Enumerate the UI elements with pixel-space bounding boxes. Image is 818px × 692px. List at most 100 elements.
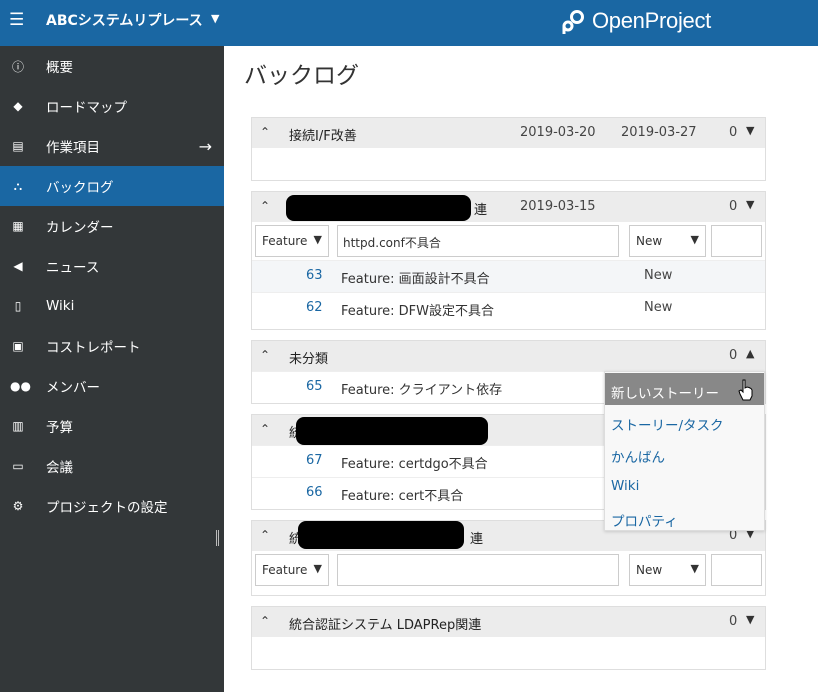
sidebar-item-meetings[interactable]: ▭ 会議 bbox=[0, 446, 224, 486]
budget-icon: ▥ bbox=[12, 419, 24, 433]
backlogs-icon: ⛬ bbox=[13, 178, 23, 193]
sidebar-item-roadmap[interactable]: ◆ ロードマップ bbox=[0, 86, 224, 126]
collapse-icon[interactable]: ⌃ bbox=[260, 422, 270, 436]
subject-input[interactable]: httpd.conf不具合 bbox=[337, 225, 619, 257]
sprint-end-date[interactable]: 2019-03-27 bbox=[621, 125, 697, 140]
sidebar-item-members[interactable]: ●● メンバー bbox=[0, 366, 224, 406]
openproject-logo[interactable]: OpenProject bbox=[560, 5, 711, 37]
sidebar-item-label: 予算 bbox=[46, 420, 73, 436]
sidebar-item-news[interactable]: ◀ ニュース bbox=[0, 246, 224, 286]
story-id[interactable]: 66 bbox=[306, 485, 323, 500]
sprint-name[interactable]: 接続I/F改善 bbox=[289, 125, 357, 144]
story-id[interactable]: 65 bbox=[306, 379, 323, 394]
hand-cursor-icon bbox=[738, 379, 753, 401]
arrow-right-icon[interactable]: → bbox=[199, 137, 212, 156]
chevron-down-icon: ▼ bbox=[690, 233, 699, 246]
collapse-icon[interactable]: ⌃ bbox=[260, 199, 270, 213]
sidebar-item-wiki[interactable]: ▯ Wiki bbox=[0, 286, 224, 326]
menu-item-wiki[interactable]: Wiki bbox=[605, 469, 764, 501]
collapse-icon[interactable]: ⌃ bbox=[260, 348, 270, 362]
story-row[interactable]: 62 Feature: DFW設定不具合 New bbox=[252, 292, 765, 324]
sprint-points: 0 bbox=[729, 348, 738, 363]
story-row[interactable]: 63 Feature: 画面設計不具合 New bbox=[252, 260, 765, 292]
collapse-icon[interactable]: ⌃ bbox=[260, 528, 270, 542]
collapse-icon[interactable]: ⌃ bbox=[260, 614, 270, 628]
story-subject: Feature: DFW設定不具合 bbox=[341, 304, 494, 319]
book-icon: ▯ bbox=[14, 299, 22, 313]
points-input[interactable] bbox=[711, 554, 762, 586]
sprint-box: ⌃ 統合認証システム LDAPRep関連 0 ▼ bbox=[251, 606, 766, 670]
story-subject: Feature: 画面設計不具合 bbox=[341, 272, 490, 287]
story-status: New bbox=[644, 268, 673, 283]
story-subject: Feature: クライアント依存 bbox=[341, 383, 503, 398]
chevron-down-icon: ▼ bbox=[690, 562, 699, 575]
sidebar-item-budgets[interactable]: ▥ 予算 bbox=[0, 406, 224, 446]
type-select[interactable]: Feature ▼ bbox=[255, 554, 329, 586]
sidebar-item-label: カレンダー bbox=[46, 220, 114, 236]
sprint-menu-icon[interactable]: ▲ bbox=[746, 347, 754, 360]
sidebar-item-label: メンバー bbox=[46, 380, 100, 396]
members-icon: ●● bbox=[10, 379, 31, 393]
sidebar-item-overview[interactable]: ⓘ 概要 bbox=[0, 46, 224, 86]
tag-icon: ◆ bbox=[13, 99, 23, 113]
status-select[interactable]: New ▼ bbox=[629, 225, 706, 257]
chevron-down-icon: ▼ bbox=[313, 562, 322, 575]
chevron-down-icon[interactable]: ▼ bbox=[211, 12, 219, 25]
story-status: New bbox=[644, 300, 673, 315]
points-input[interactable] bbox=[711, 225, 762, 257]
project-selector[interactable]: ABCシステムリプレース bbox=[46, 10, 203, 30]
sprint-points: 0 bbox=[729, 614, 738, 629]
collapse-icon[interactable]: ⌃ bbox=[260, 125, 270, 139]
sprint-header: ⌃ 接続I/F改善 2019-03-20 2019-03-27 0 ▼ bbox=[252, 118, 765, 148]
menu-item-stories-tasks[interactable]: ストーリー/タスク bbox=[605, 405, 764, 437]
sidebar-item-label: ロードマップ bbox=[46, 100, 127, 116]
sprint-menu-icon[interactable]: ▼ bbox=[746, 613, 754, 626]
type-select-value: Feature bbox=[262, 563, 308, 577]
hamburger-menu-icon[interactable]: ☰ bbox=[9, 10, 24, 30]
sprint-menu-icon[interactable]: ▼ bbox=[746, 198, 754, 211]
sidebar-item-label: Wiki bbox=[46, 298, 75, 314]
sidebar-item-calendar[interactable]: ▦ カレンダー bbox=[0, 206, 224, 246]
sidebar-item-cost-reports[interactable]: ▣ コストレポート bbox=[0, 326, 224, 366]
calendar-icon: ▦ bbox=[12, 219, 24, 233]
sidebar-item-label: 概要 bbox=[46, 60, 73, 76]
sprint-points: 0 bbox=[729, 125, 738, 140]
top-header: ☰ ABCシステムリプレース ▼ OpenProject bbox=[0, 0, 818, 46]
work-packages-icon: ▤ bbox=[12, 139, 24, 153]
story-subject: Feature: certdgo不具合 bbox=[341, 457, 488, 472]
sidebar: ⓘ 概要 ◆ ロードマップ ▤ 作業項目 → ⛬ バックログ ▦ カレンダー ◀… bbox=[0, 46, 224, 692]
story-id[interactable]: 62 bbox=[306, 300, 323, 315]
sprint-start-date[interactable]: 2019-03-15 bbox=[520, 199, 596, 214]
sidebar-item-label: バックログ bbox=[46, 180, 114, 196]
type-select[interactable]: Feature ▼ bbox=[255, 225, 329, 257]
sprint-name[interactable]: 未分類 bbox=[289, 348, 328, 367]
sprint-box: ⌃ 統 連 2019-03-15 0 ▼ Feature ▼ httpd.con… bbox=[251, 191, 766, 330]
status-select[interactable]: New ▼ bbox=[629, 554, 706, 586]
logo-text: OpenProject bbox=[592, 8, 711, 33]
sprint-name[interactable]: 統合認証システム LDAPRep関連 bbox=[289, 614, 481, 633]
sidebar-resize-handle[interactable] bbox=[216, 530, 219, 546]
menu-item-taskboard[interactable]: かんばん bbox=[605, 437, 764, 469]
redaction-mark bbox=[286, 195, 471, 221]
gear-icon: ⚙ bbox=[12, 499, 24, 513]
sprint-name-tail[interactable]: 連 bbox=[470, 528, 483, 547]
sprint-name-tail[interactable]: 連 bbox=[474, 199, 487, 218]
menu-item-properties[interactable]: プロパティ bbox=[605, 501, 764, 533]
status-select-value: New bbox=[636, 563, 663, 577]
sprint-start-date[interactable]: 2019-03-20 bbox=[520, 125, 596, 140]
story-id[interactable]: 67 bbox=[306, 453, 323, 468]
sidebar-item-work-packages[interactable]: ▤ 作業項目 → bbox=[0, 126, 224, 166]
sprint-menu-icon[interactable]: ▼ bbox=[746, 124, 754, 137]
info-icon: ⓘ bbox=[11, 59, 24, 74]
redaction-mark bbox=[296, 417, 488, 445]
meetings-icon: ▭ bbox=[12, 459, 24, 473]
story-subject: Feature: cert不具合 bbox=[341, 489, 464, 504]
sidebar-item-label: 会議 bbox=[46, 460, 73, 476]
sidebar-item-backlogs[interactable]: ⛬ バックログ bbox=[0, 166, 224, 206]
sidebar-item-project-settings[interactable]: ⚙ プロジェクトの設定 bbox=[0, 486, 224, 526]
sidebar-item-label: ニュース bbox=[46, 260, 100, 276]
chevron-down-icon: ▼ bbox=[313, 233, 322, 246]
subject-input[interactable] bbox=[337, 554, 619, 586]
story-id[interactable]: 63 bbox=[306, 268, 323, 283]
status-select-value: New bbox=[636, 234, 663, 248]
